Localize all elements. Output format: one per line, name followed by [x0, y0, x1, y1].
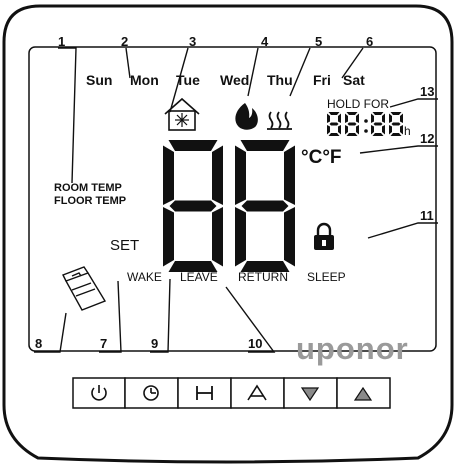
segment-g	[241, 200, 289, 212]
callout-5: 5	[315, 34, 322, 49]
callout-9: 9	[151, 336, 158, 351]
button-row	[72, 377, 391, 409]
day-mon: Mon	[130, 72, 159, 88]
callout-2: 2	[121, 34, 128, 49]
callout-12: 12	[420, 131, 434, 146]
day-fri: Fri	[313, 72, 331, 88]
segment-e	[235, 207, 246, 267]
down-button[interactable]	[283, 377, 338, 409]
thermostat-diagram: Sun Mon Tue Wed Thu Fri Sat 1 2 3 4 5 6 …	[0, 0, 456, 470]
callout-7: 7	[100, 336, 107, 351]
hold-unit: h	[404, 124, 411, 138]
segment-g	[329, 122, 339, 126]
colon-dot	[364, 119, 368, 123]
segment-e	[163, 207, 174, 267]
mode-return: RETURN	[238, 270, 288, 284]
holiday-button[interactable]	[177, 377, 232, 409]
segment-f	[235, 145, 246, 205]
callout-6: 6	[366, 34, 373, 49]
segment-b	[212, 145, 223, 205]
diagram-canvas: Sun Mon Tue Wed Thu Fri Sat 1 2 3 4 5 6 …	[2, 4, 454, 464]
segment-g	[391, 122, 401, 126]
segment-g	[373, 122, 383, 126]
day-wed: Wed	[220, 72, 249, 88]
segment-a	[240, 140, 290, 151]
day-sun: Sun	[86, 72, 112, 88]
temperature-units: °C°F	[301, 147, 342, 168]
power-button[interactable]	[72, 377, 126, 409]
segment-c	[284, 207, 295, 267]
outline-up-button[interactable]	[230, 377, 285, 409]
callout-13: 13	[420, 84, 434, 99]
colon-dot	[364, 129, 368, 133]
brand-logo: uponor	[296, 331, 409, 366]
hold-for-label: HOLD FOR	[327, 97, 389, 111]
mode-leave: LEAVE	[180, 270, 218, 284]
callout-4: 4	[261, 34, 269, 49]
callout-8: 8	[35, 336, 42, 351]
segment-g	[169, 200, 217, 212]
segment-g	[347, 122, 357, 126]
mode-sleep: SLEEP	[307, 270, 346, 284]
set-label: SET	[110, 237, 139, 254]
day-sat: Sat	[343, 72, 365, 88]
room-temp-label: ROOM TEMP	[54, 182, 122, 194]
segment-b	[284, 145, 295, 205]
callout-10: 10	[248, 336, 262, 351]
callout-11: 11	[420, 208, 434, 223]
mode-wake: WAKE	[127, 270, 162, 284]
callout-3: 3	[189, 34, 196, 49]
segment-c	[212, 207, 223, 267]
segment-a	[168, 140, 218, 151]
callout-1: 1	[58, 34, 65, 49]
day-thu: Thu	[267, 72, 293, 88]
floor-temp-label: FLOOR TEMP	[54, 195, 126, 207]
up-button[interactable]	[336, 377, 391, 409]
segment-f	[163, 145, 174, 205]
clock-button[interactable]	[124, 377, 179, 409]
